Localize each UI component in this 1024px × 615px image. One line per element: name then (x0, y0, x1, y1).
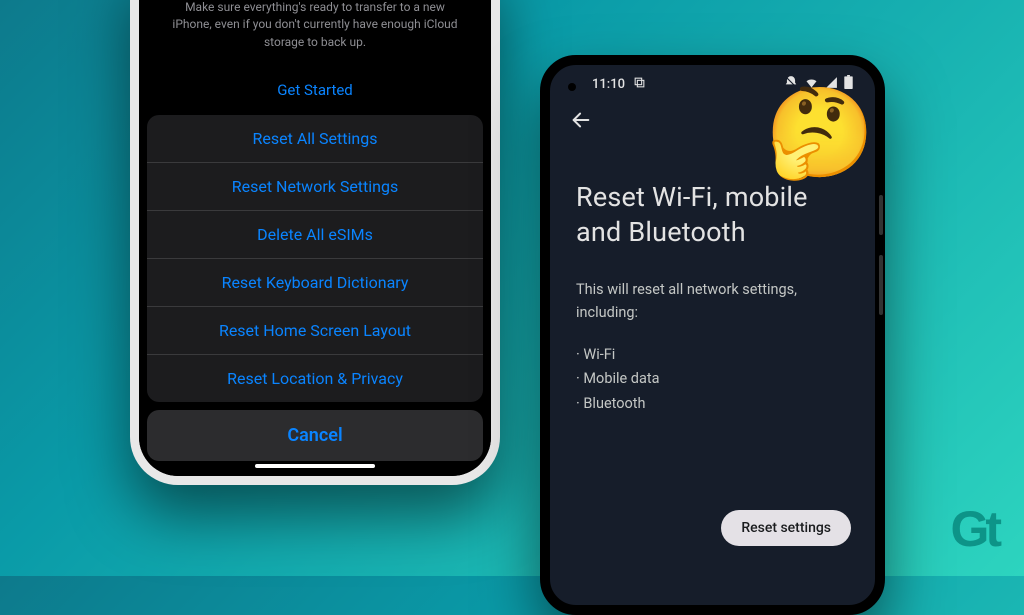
prepare-description: Make sure everything's ready to transfer… (165, 0, 465, 51)
reset-options-list: Reset All Settings Reset Network Setting… (147, 115, 483, 402)
gt-logo: Gt (950, 500, 998, 558)
screenshot-icon (633, 76, 646, 93)
thinking-emoji: 🤔 (765, 90, 875, 178)
arrow-left-icon (570, 109, 592, 131)
home-indicator[interactable] (255, 464, 375, 468)
delete-all-esims-option[interactable]: Delete All eSIMs (147, 211, 483, 259)
status-time: 11:10 (592, 77, 625, 92)
page-description: This will reset all network settings, in… (576, 278, 849, 324)
bullet-mobile-data: · Mobile data (576, 367, 849, 392)
reset-keyboard-dictionary-option[interactable]: Reset Keyboard Dictionary (147, 259, 483, 307)
camera-hole (568, 83, 576, 91)
reset-home-screen-layout-option[interactable]: Reset Home Screen Layout (147, 307, 483, 355)
reset-all-settings-option[interactable]: Reset All Settings (147, 115, 483, 163)
bullet-bluetooth: · Bluetooth (576, 392, 849, 417)
bullets-list: · Wi-Fi · Mobile data · Bluetooth (576, 343, 849, 417)
get-started-link[interactable]: Get Started (147, 69, 483, 111)
android-volume-button (879, 195, 883, 235)
iphone-screen: Prepare for New iPhone Make sure everyth… (139, 0, 491, 476)
cancel-button[interactable]: Cancel (147, 410, 483, 461)
bullet-wifi: · Wi-Fi (576, 343, 849, 368)
reset-location-privacy-option[interactable]: Reset Location & Privacy (147, 355, 483, 402)
reset-settings-button[interactable]: Reset settings (721, 510, 851, 546)
iphone-device: Prepare for New iPhone Make sure everyth… (130, 0, 500, 485)
reset-network-settings-option[interactable]: Reset Network Settings (147, 163, 483, 211)
prepare-section: Prepare for New iPhone Make sure everyth… (147, 0, 483, 69)
android-side-button (879, 255, 883, 315)
page-title: Reset Wi-Fi, mobile and Bluetooth (576, 180, 849, 250)
